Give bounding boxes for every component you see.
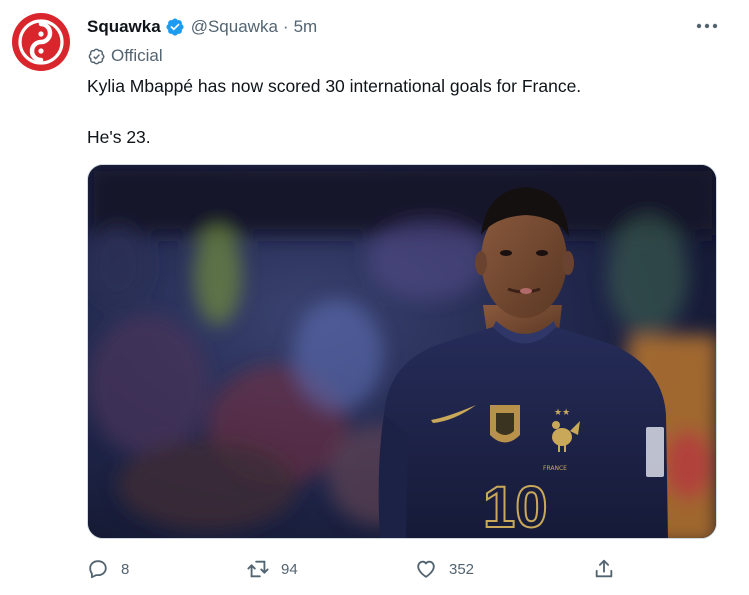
reply-icon: [89, 560, 107, 579]
tweet-actions: 8 94 352: [87, 556, 627, 582]
tweet-header: Squawka @Squawka · 5m: [87, 16, 317, 38]
retweet-button[interactable]: 94: [247, 556, 298, 582]
like-icon: [417, 560, 435, 578]
retweet-icon: [247, 560, 269, 578]
reply-button[interactable]: 8: [87, 556, 129, 582]
official-label-text: Official: [111, 46, 163, 65]
svg-text:FRANCE: FRANCE: [543, 465, 567, 472]
like-button[interactable]: 352: [415, 556, 474, 582]
official-label: Official: [87, 45, 163, 67]
more-options-icon: [696, 23, 718, 29]
share-button[interactable]: [593, 556, 615, 582]
tweet-card[interactable]: Squawka @Squawka · 5m Official Kylia Mba…: [0, 0, 749, 595]
tweet-text-line: He's 23.: [87, 127, 151, 147]
jersey-number: 10: [483, 475, 548, 539]
verified-badge-icon: [166, 18, 184, 36]
tweet-photo[interactable]: ★★ FRANCE 10: [87, 164, 717, 539]
tweet-timestamp[interactable]: 5m: [294, 17, 318, 37]
squawka-logo-icon: [12, 13, 70, 71]
like-count: 352: [449, 560, 475, 578]
svg-text:★★: ★★: [554, 408, 570, 418]
separator-dot: ·: [282, 17, 289, 36]
account-name[interactable]: Squawka: [87, 17, 161, 37]
more-options-button[interactable]: [694, 15, 720, 37]
retweet-count: 94: [281, 560, 298, 578]
player-photo-illustration: ★★ FRANCE 10: [88, 165, 716, 539]
account-handle[interactable]: @Squawka: [191, 17, 278, 37]
tweet-text-line: Kylia Mbappé has now scored 30 internati…: [87, 76, 582, 96]
avatar[interactable]: [12, 13, 70, 71]
share-icon: [595, 559, 613, 578]
reply-count: 8: [121, 560, 130, 578]
official-check-icon: [88, 48, 105, 64]
